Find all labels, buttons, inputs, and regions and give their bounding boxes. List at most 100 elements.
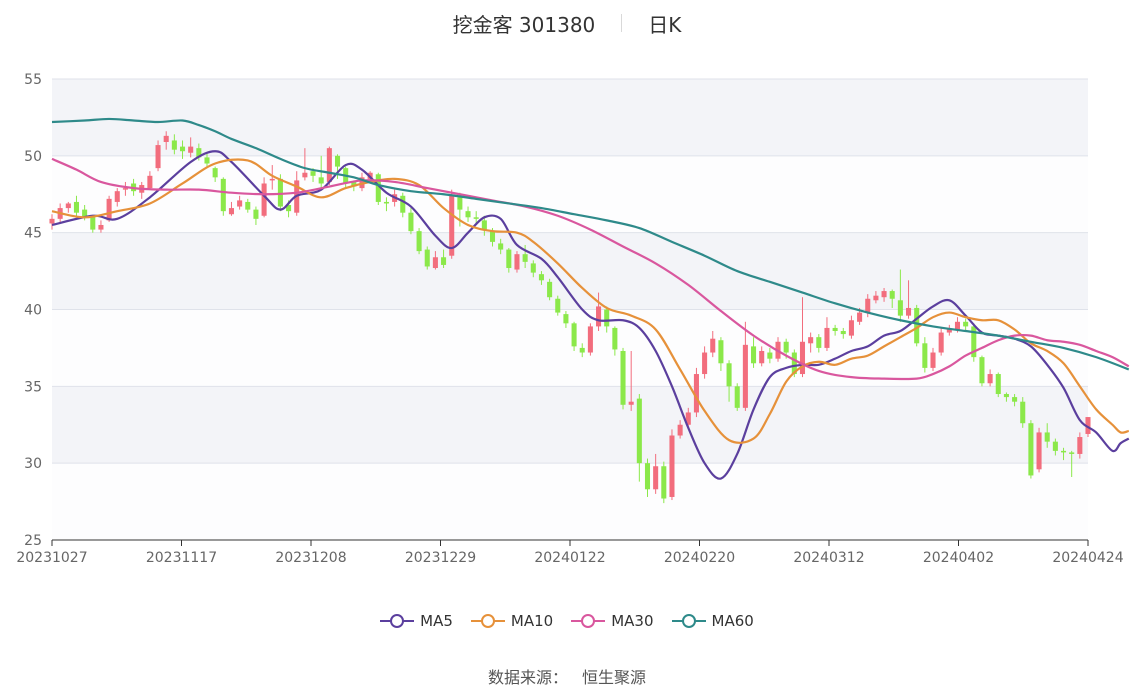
candle-body xyxy=(628,401,634,405)
candle-body xyxy=(514,254,520,270)
candle-body xyxy=(310,171,316,176)
candle-body xyxy=(269,178,275,181)
x-tick-label: 20231117 xyxy=(146,550,217,566)
y-tick-label: 40 xyxy=(24,303,42,319)
candle-body xyxy=(204,157,210,164)
candle-body xyxy=(840,331,846,335)
candle-body xyxy=(457,197,463,210)
candle-body xyxy=(98,224,104,230)
legend-marker-icon xyxy=(571,614,606,628)
candle-body xyxy=(302,172,308,178)
candle-body xyxy=(481,220,487,230)
candle-body xyxy=(489,231,496,242)
candle-body xyxy=(767,352,773,359)
x-tick-label: 20231027 xyxy=(16,550,87,566)
candle-body xyxy=(547,281,553,298)
legend-item-ma30[interactable]: MA30 xyxy=(571,612,654,630)
legend-label: MA10 xyxy=(510,612,554,630)
chart-legend: MA5 MA10 MA30 MA60 xyxy=(0,612,1134,630)
candle-body xyxy=(408,212,414,232)
y-tick-label: 30 xyxy=(24,456,42,472)
candle-body xyxy=(759,350,765,364)
candle-body xyxy=(441,257,447,265)
candle-body xyxy=(326,148,332,182)
candle-body xyxy=(465,211,471,218)
candle-body xyxy=(653,466,659,490)
legend-label: MA30 xyxy=(611,612,654,630)
source-value: 恒生聚源 xyxy=(582,668,647,687)
candle-body xyxy=(416,231,422,252)
legend-marker-icon xyxy=(380,614,415,628)
y-tick-label: 50 xyxy=(24,149,42,165)
candle-body xyxy=(726,363,732,387)
candle-body xyxy=(832,327,838,332)
candle-body xyxy=(1028,423,1034,476)
candle-body xyxy=(579,347,585,353)
candle-body xyxy=(881,291,887,298)
candle-body xyxy=(587,326,593,353)
candle-body xyxy=(669,435,675,497)
candle-body xyxy=(571,323,577,347)
x-tick-label: 20240220 xyxy=(664,550,735,566)
candle-body xyxy=(636,398,642,464)
candle-body xyxy=(889,291,895,299)
candle-body xyxy=(644,463,651,490)
candle-body xyxy=(188,146,194,153)
legend-item-ma5[interactable]: MA5 xyxy=(380,612,453,630)
candle-body xyxy=(147,175,153,189)
candle-body xyxy=(563,314,569,324)
candle-body xyxy=(237,200,243,207)
legend-item-ma60[interactable]: MA60 xyxy=(671,612,754,630)
candle-body xyxy=(228,208,234,215)
candle-body xyxy=(1036,432,1042,470)
candle-body xyxy=(245,201,251,210)
candle-body xyxy=(73,201,80,213)
candle-body xyxy=(954,321,961,330)
candle-body xyxy=(163,135,169,143)
candle-body xyxy=(522,254,528,262)
candle-body xyxy=(816,337,822,348)
candle-body xyxy=(473,217,479,219)
candle-body xyxy=(857,312,863,322)
grid-band xyxy=(52,232,1088,310)
candle-body xyxy=(1012,397,1018,402)
candlestick-chart: 25 30 35 40 45 50 55 20231027 20231117 20231208 20… xyxy=(16,72,1130,566)
grid-band xyxy=(52,463,1088,540)
candle-body xyxy=(277,178,283,207)
candle-body xyxy=(808,337,814,344)
candle-body xyxy=(424,249,430,267)
candle-body xyxy=(596,306,602,327)
candle-body xyxy=(498,243,504,250)
candle-body xyxy=(938,332,944,353)
candle-body xyxy=(179,146,186,152)
candle-body xyxy=(734,386,740,408)
legend-label: MA60 xyxy=(711,612,754,630)
candle-body xyxy=(506,249,512,269)
candle-body xyxy=(742,344,748,408)
candle-body xyxy=(604,309,610,327)
candle-body xyxy=(49,218,55,224)
candle-body xyxy=(873,295,879,301)
candle-body xyxy=(318,177,324,184)
candle-body xyxy=(90,217,96,230)
candle-body xyxy=(65,203,71,209)
candle-body xyxy=(212,168,218,178)
candle-body xyxy=(1069,452,1075,454)
candle-body xyxy=(432,257,438,269)
grid-band xyxy=(52,386,1088,464)
candle-body xyxy=(824,327,830,348)
candle-body xyxy=(1003,394,1009,398)
legend-item-ma10[interactable]: MA10 xyxy=(470,612,554,630)
candle-body xyxy=(718,340,724,364)
candle-body xyxy=(1060,450,1067,453)
candle-body xyxy=(677,424,683,436)
candle-body xyxy=(334,155,341,167)
candle-body xyxy=(171,140,177,150)
candle-body xyxy=(1020,401,1026,424)
candle-body xyxy=(783,341,789,353)
candle-body xyxy=(661,466,667,499)
grid-band xyxy=(52,79,1088,156)
y-tick-label: 55 xyxy=(24,72,42,88)
candle-body xyxy=(253,209,259,219)
candle-body xyxy=(261,183,267,216)
